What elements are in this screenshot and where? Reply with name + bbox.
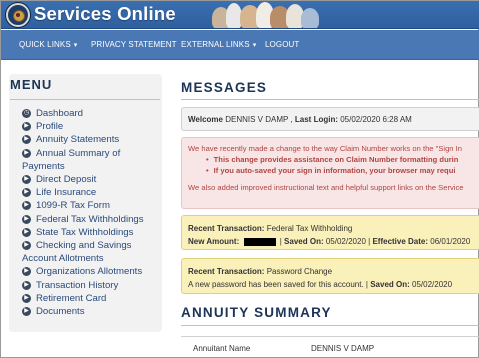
- dashboard-icon: ◷: [22, 109, 31, 118]
- sidebar-item-label: State Tax Withholdings: [36, 226, 134, 238]
- txn-saved-on: 05/02/2020: [412, 280, 453, 289]
- arrow-circle-icon: ▶: [22, 135, 31, 145]
- sidebar-item-checking-savings[interactable]: ▶ Checking and Savings Account Allotment…: [22, 239, 160, 265]
- site-header: Services Online: [1, 1, 479, 29]
- txn-value: Federal Tax Withholding: [266, 224, 353, 233]
- last-login-value: 05/02/2020 6:28 AM: [340, 115, 412, 124]
- txn-effective-label: Effective Date:: [372, 237, 429, 246]
- annuitant-name-value: DENNIS V DAMP: [311, 344, 375, 353]
- nav-privacy-statement-label: Privacy Statement: [91, 40, 177, 49]
- messages-title: Messages: [181, 80, 268, 95]
- sidebar-item-annual-summary[interactable]: ▶ Annual Summary of Payments: [22, 147, 160, 173]
- sidebar-item-label: Checking and Savings Account Allotments: [22, 240, 132, 265]
- sidebar-item-dashboard[interactable]: ◷ Dashboard: [22, 107, 160, 120]
- sidebar-item-label: Federal Tax Withholdings: [36, 213, 144, 225]
- transaction-panel-federal-tax: Recent Transaction: Federal Tax Withhold…: [181, 215, 479, 250]
- sidebar-item-annuity-statements[interactable]: ▶ Annuity Statements: [22, 133, 160, 146]
- arrow-circle-icon: ▶: [22, 188, 31, 198]
- notice-alert: We have recently made a change to the wa…: [181, 137, 479, 209]
- notice-outro: We also added improved instructional tex…: [188, 183, 464, 192]
- arrow-circle-icon: ▶: [22, 267, 31, 277]
- txn-saved-on-label: Saved On:: [284, 237, 324, 246]
- arrow-circle-icon: ▶: [22, 175, 31, 185]
- txn-value: Password Change: [266, 267, 333, 276]
- caret-down-icon: ▾: [73, 42, 78, 49]
- annuitant-name-label: Annuitant Name: [193, 344, 251, 353]
- arrow-circle-icon: ▶: [22, 280, 31, 290]
- nav-external-links[interactable]: External Links ▾: [181, 30, 256, 60]
- menu-title: Menu: [10, 77, 53, 92]
- annuity-summary-title: Annuity Summary: [181, 305, 332, 320]
- sidebar-item-direct-deposit[interactable]: ▶ Direct Deposit: [22, 173, 160, 186]
- notice-bullet: If you auto-saved your sign in informati…: [206, 165, 474, 176]
- sidebar-item-label: Direct Deposit: [36, 174, 97, 186]
- sidebar-item-federal-tax[interactable]: ▶ Federal Tax Withholdings: [22, 213, 160, 226]
- arrow-circle-icon: ▶: [22, 293, 31, 303]
- sidebar-item-label: Dashboard: [36, 108, 83, 119]
- main-nav: Quick Links ▾ Privacy Statement External …: [1, 30, 479, 60]
- last-login-label: Last Login:: [294, 115, 338, 124]
- caret-down-icon: ▾: [252, 42, 257, 49]
- welcome-panel: Welcome DENNIS V DAMP , Last Login: 05/0…: [181, 107, 479, 131]
- nav-external-links-label: External Links: [181, 40, 250, 49]
- notice-bullets: This change provides assistance on Claim…: [188, 154, 474, 176]
- sidebar-item-state-tax[interactable]: ▶ State Tax Withholdings: [22, 226, 160, 239]
- messages-divider: [181, 99, 479, 100]
- sidebar-item-transaction-history[interactable]: ▶ Transaction History: [22, 279, 160, 292]
- sidebar-item-label: Transaction History: [36, 279, 119, 291]
- sidebar-item-label: Organizations Allotments: [36, 266, 143, 278]
- arrow-circle-icon: ▶: [22, 201, 31, 211]
- sidebar-item-organizations[interactable]: ▶ Organizations Allotments: [22, 265, 160, 278]
- agency-seal-logo: [6, 3, 30, 27]
- sidebar-item-1099r[interactable]: ▶ 1099-R Tax Form: [22, 199, 160, 212]
- sidebar-item-label: Life Insurance: [36, 187, 97, 199]
- nav-privacy-statement[interactable]: Privacy Statement: [91, 30, 177, 60]
- sidebar-item-documents[interactable]: ▶ Documents: [22, 305, 160, 318]
- txn-amount-label: New Amount:: [188, 237, 240, 246]
- arrow-circle-icon: ▶: [22, 148, 31, 158]
- arrow-circle-icon: ▶: [22, 241, 31, 251]
- app-title[interactable]: Services Online: [34, 3, 176, 25]
- sidebar-item-label: Profile: [36, 121, 64, 133]
- arrow-circle-icon: ▶: [22, 122, 31, 132]
- welcome-label: Welcome: [188, 115, 223, 124]
- txn-label: Recent Transaction:: [188, 224, 265, 233]
- sidebar-item-label: Documents: [36, 306, 85, 318]
- redacted-amount: [243, 237, 276, 246]
- nav-quick-links[interactable]: Quick Links ▾: [19, 30, 77, 60]
- sidebar-item-label: 1099-R Tax Form: [36, 200, 110, 212]
- transaction-panel-password: Recent Transaction: Password Change A ne…: [181, 258, 479, 294]
- txn-description: A new password has been saved for this a…: [188, 280, 364, 289]
- arrow-circle-icon: ▶: [22, 214, 31, 224]
- header-photo: [206, 1, 326, 28]
- arrow-circle-icon: ▶: [22, 307, 31, 317]
- table-row: Annuitant Name DENNIS V DAMP: [181, 336, 479, 358]
- nav-logout[interactable]: Logout: [265, 30, 299, 60]
- sidebar-item-life-insurance[interactable]: ▶ Life Insurance: [22, 186, 160, 199]
- sidebar-item-retirement-card[interactable]: ▶ Retirement Card: [22, 292, 160, 305]
- sidebar-menu: ◷ Dashboard ▶ Profile ▶ Annuity Statemen…: [22, 107, 160, 318]
- menu-divider: [10, 99, 160, 100]
- arrow-circle-icon: ▶: [22, 227, 31, 237]
- sidebar-item-label: Annuity Statements: [36, 134, 120, 146]
- nav-logout-label: Logout: [265, 40, 300, 49]
- txn-label: Recent Transaction:: [188, 267, 265, 276]
- notice-bullet: This change provides assistance on Claim…: [206, 154, 474, 165]
- welcome-user-name: DENNIS V DAMP: [225, 115, 289, 124]
- txn-saved-on-label: Saved On:: [370, 280, 410, 289]
- txn-saved-on: 05/02/2020: [325, 237, 366, 246]
- sidebar-item-label: Annual Summary of Payments: [22, 147, 121, 172]
- notice-intro: We have recently made a change to the wa…: [188, 144, 462, 153]
- nav-quick-links-label: Quick Links: [19, 40, 71, 49]
- annuity-summary-divider: [181, 325, 479, 326]
- txn-effective-date: 06/01/2020: [430, 237, 471, 246]
- sidebar-item-profile[interactable]: ▶ Profile: [22, 120, 160, 133]
- sidebar-item-label: Retirement Card: [36, 292, 107, 304]
